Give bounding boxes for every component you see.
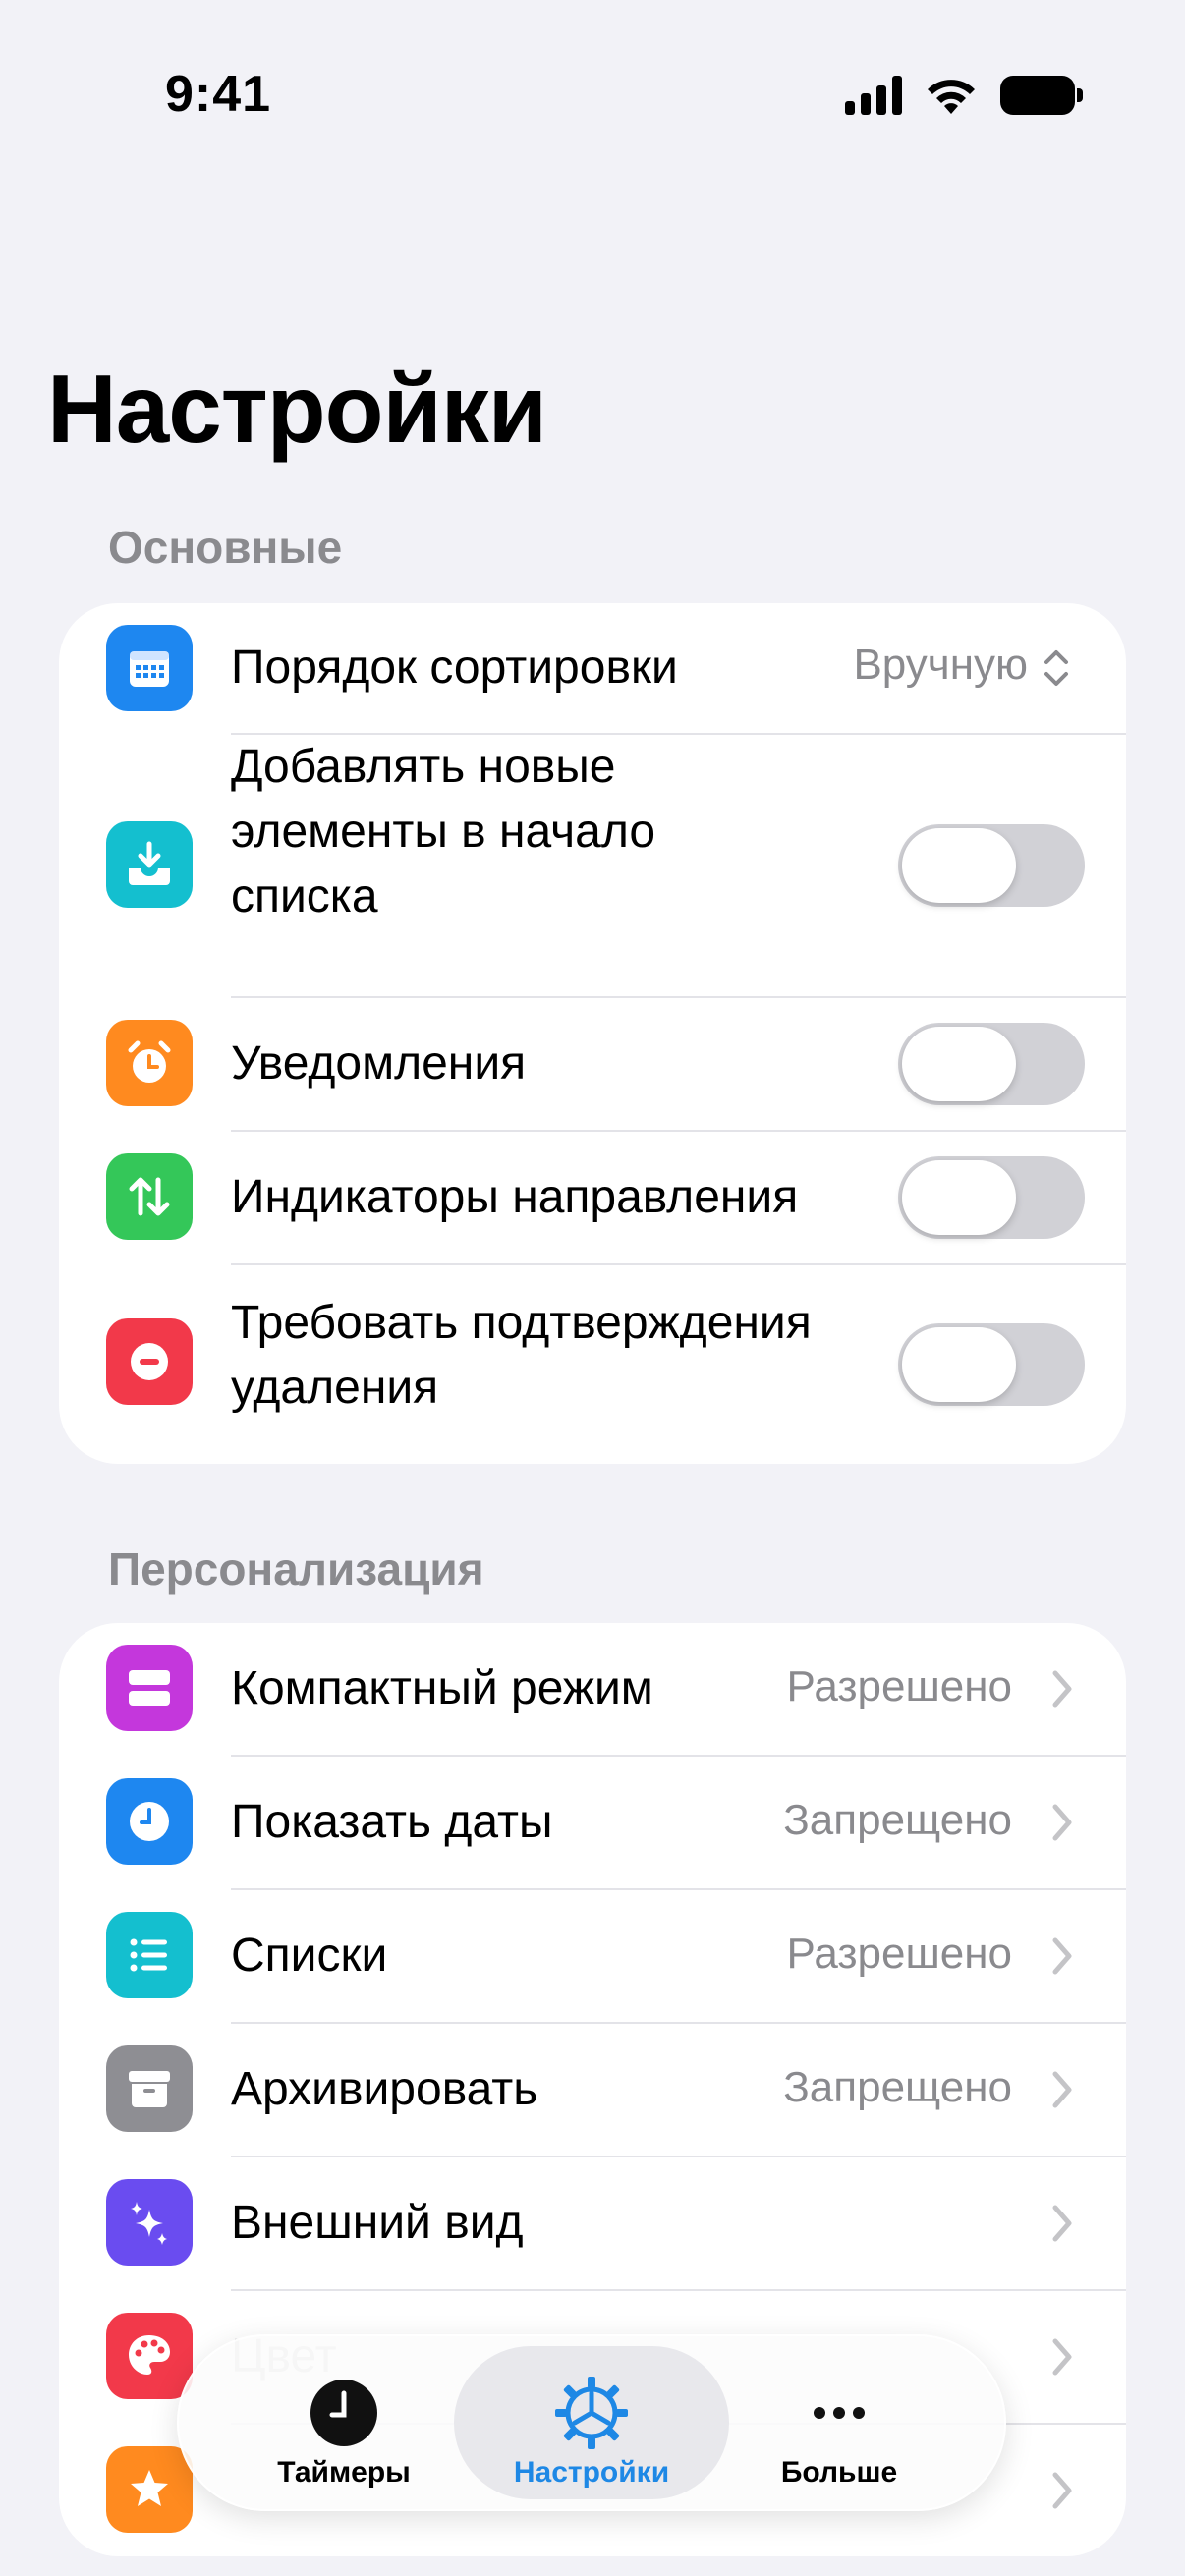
section-header-general: Основные xyxy=(108,522,343,573)
notifications-row: Уведомления xyxy=(59,998,1126,1130)
tab-more[interactable]: Больше xyxy=(702,2346,977,2499)
cellular-signal-icon xyxy=(845,76,902,115)
section-header-personalization: Персонализация xyxy=(108,1543,484,1595)
appearance-row[interactable]: Внешний вид xyxy=(59,2157,1126,2289)
confirm-delete-row: Требовать подтверждения удаления xyxy=(59,1265,1126,1464)
status-bar: 9:41 xyxy=(0,0,1185,196)
chevron-right-icon xyxy=(1052,2205,1072,2242)
calendar-icon xyxy=(106,625,193,711)
compact-mode-row[interactable]: Компактный режим Разрешено xyxy=(59,1623,1126,1755)
compact-mode-value: Разрешено xyxy=(786,1662,1012,1710)
status-icons xyxy=(845,75,1083,116)
confirm-delete-toggle[interactable] xyxy=(898,1323,1085,1406)
clock-icon xyxy=(310,2380,377,2446)
up-down-chevron-icon xyxy=(1044,650,1068,686)
status-time: 9:41 xyxy=(165,66,272,123)
archive-box-icon xyxy=(106,2045,193,2132)
tab-timers-label: Таймеры xyxy=(277,2456,411,2489)
compact-rows-icon xyxy=(106,1645,193,1731)
show-dates-label: Показать даты xyxy=(231,1796,553,1848)
add-to-top-label-line1: Добавлять новые xyxy=(231,741,616,793)
show-dates-value: Запрещено xyxy=(783,1796,1012,1844)
alarm-clock-icon xyxy=(106,1020,193,1106)
inbox-download-icon xyxy=(106,821,193,908)
tab-settings[interactable]: Настройки xyxy=(454,2346,729,2499)
up-down-arrows-icon xyxy=(106,1153,193,1240)
tab-settings-label: Настройки xyxy=(513,2456,670,2489)
battery-icon xyxy=(1000,76,1083,115)
direction-indicators-row: Индикаторы направления xyxy=(59,1132,1126,1263)
tab-timers[interactable]: Таймеры xyxy=(206,2346,481,2499)
wifi-icon xyxy=(928,80,975,114)
tab-bar: Таймеры Настройки Больше xyxy=(177,2334,1006,2511)
archive-label: Архивировать xyxy=(231,2063,538,2115)
archive-row[interactable]: Архивировать Запрещено xyxy=(59,2024,1126,2156)
lists-row[interactable]: Списки Разрешено xyxy=(59,1890,1126,2022)
gear-icon xyxy=(555,2377,628,2449)
confirm-delete-label-line2: удаления xyxy=(231,1362,439,1414)
chevron-right-icon xyxy=(1052,2071,1072,2108)
notifications-toggle[interactable] xyxy=(898,1023,1085,1105)
ellipsis-icon xyxy=(814,2407,865,2419)
compact-mode-label: Компактный режим xyxy=(231,1662,653,1714)
chevron-right-icon xyxy=(1052,2338,1072,2376)
sparkles-icon xyxy=(106,2179,193,2266)
chevron-right-icon xyxy=(1052,2472,1072,2509)
add-to-top-label-line3: списка xyxy=(231,870,378,923)
palette-icon xyxy=(106,2313,193,2399)
chevron-right-icon xyxy=(1052,1937,1072,1975)
lists-label: Списки xyxy=(231,1930,388,1982)
sort-order-row[interactable]: Порядок сортировки Вручную xyxy=(59,603,1126,733)
tab-more-label: Больше xyxy=(780,2456,898,2489)
notifications-label: Уведомления xyxy=(231,1037,527,1090)
list-bullets-icon xyxy=(106,1912,193,1998)
chevron-right-icon xyxy=(1052,1670,1072,1708)
add-to-top-toggle[interactable] xyxy=(898,824,1085,907)
general-settings-card: Порядок сортировки Вручную Добавлять нов… xyxy=(59,603,1126,1464)
direction-indicators-label: Индикаторы направления xyxy=(231,1171,799,1223)
lists-value: Разрешено xyxy=(786,1930,1012,1978)
direction-indicators-toggle[interactable] xyxy=(898,1156,1085,1239)
appearance-label: Внешний вид xyxy=(231,2197,524,2249)
sort-order-label: Порядок сортировки xyxy=(231,642,678,694)
chevron-right-icon xyxy=(1052,1804,1072,1841)
sort-order-value: Вручную xyxy=(853,641,1028,689)
star-icon xyxy=(106,2446,193,2533)
page-title: Настройки xyxy=(47,355,547,463)
archive-value: Запрещено xyxy=(783,2063,1012,2111)
clock-icon xyxy=(106,1778,193,1865)
show-dates-row[interactable]: Показать даты Запрещено xyxy=(59,1757,1126,1888)
confirm-delete-label-line1: Требовать подтверждения xyxy=(231,1297,812,1349)
minus-circle-icon xyxy=(106,1318,193,1405)
add-to-top-row: Добавлять новые элементы в начало списка xyxy=(59,735,1126,996)
add-to-top-label-line2: элементы в начало xyxy=(231,806,656,858)
